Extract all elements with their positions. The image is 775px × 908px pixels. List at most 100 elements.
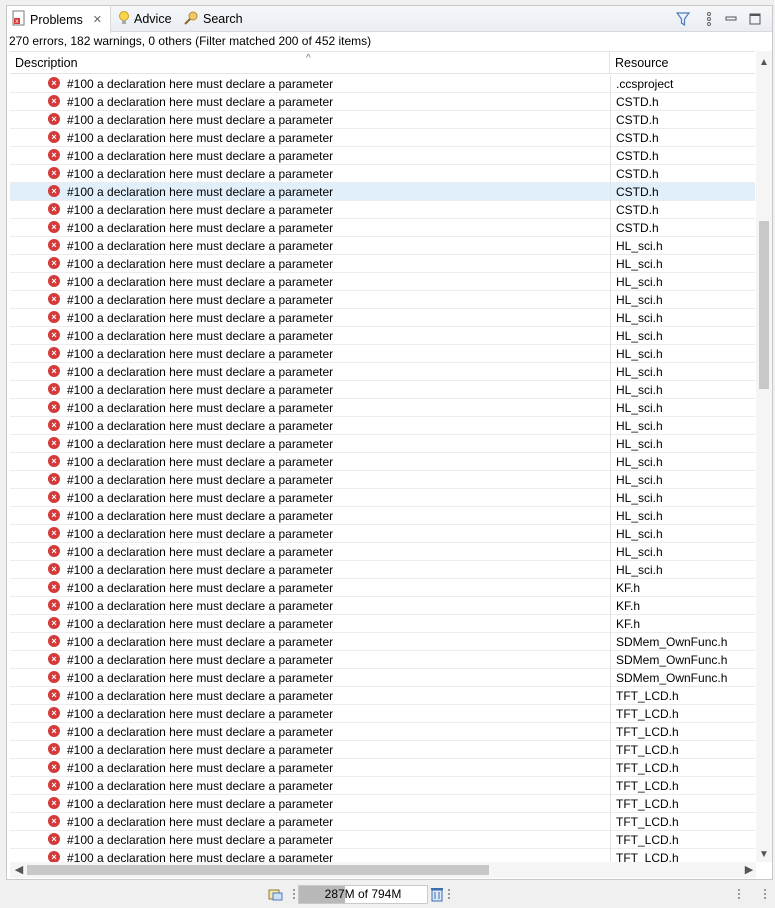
error-icon: × [48,329,60,341]
table-row[interactable]: × #100 a declaration here must declare a … [10,489,755,507]
table-row[interactable]: × #100 a declaration here must declare a … [10,615,755,633]
problem-description: #100 a declaration here must declare a p… [67,563,334,577]
problem-description: #100 a declaration here must declare a p… [67,797,334,811]
problem-resource: HL_sci.h [610,417,755,435]
scroll-up-icon[interactable]: ▲ [756,56,772,70]
problem-description: #100 a declaration here must declare a p… [67,635,334,649]
problem-resource: CSTD.h [610,165,755,183]
table-row[interactable]: × #100 a declaration here must declare a … [10,165,755,183]
error-icon: × [48,185,60,197]
table-row[interactable]: × #100 a declaration here must declare a … [10,507,755,525]
view-menu-icon[interactable] [701,11,717,27]
tab-problems[interactable]: x Problems ✕ [7,6,111,33]
table-row[interactable]: × #100 a declaration here must declare a … [10,219,755,237]
table-row[interactable]: × #100 a declaration here must declare a … [10,273,755,291]
problem-description: #100 a declaration here must declare a p… [67,401,334,415]
table-row[interactable]: × #100 a declaration here must declare a … [10,651,755,669]
table-row[interactable]: × #100 a declaration here must declare a … [10,417,755,435]
table-row[interactable]: × #100 a declaration here must declare a … [10,813,755,831]
table-row[interactable]: × #100 a declaration here must declare a … [10,399,755,417]
problem-description: #100 a declaration here must declare a p… [67,131,334,145]
table-row[interactable]: × #100 a declaration here must declare a … [10,705,755,723]
minimize-icon[interactable] [723,11,739,27]
status-bar: 287M of 794M [0,881,775,908]
problem-resource: TFT_LCD.h [610,813,755,831]
table-row[interactable]: × #100 a declaration here must declare a … [10,741,755,759]
column-header-resource[interactable]: Resource [610,52,755,74]
table-row[interactable]: × #100 a declaration here must declare a … [10,543,755,561]
problem-resource: TFT_LCD.h [610,831,755,849]
error-icon: × [48,167,60,179]
error-icon: × [48,473,60,485]
trash-icon[interactable] [430,886,446,903]
heap-status[interactable]: 287M of 794M [298,885,428,904]
table-row[interactable]: × #100 a declaration here must declare a … [10,831,755,849]
lightbulb-icon [118,10,130,29]
error-icon: × [48,743,60,755]
vertical-scrollbar[interactable]: ▲ ▼ [756,51,772,862]
table-row[interactable]: × #100 a declaration here must declare a … [10,309,755,327]
table-row[interactable]: × #100 a declaration here must declare a … [10,471,755,489]
horizontal-scroll-thumb[interactable] [27,865,489,875]
error-icon: × [48,761,60,773]
problem-description: #100 a declaration here must declare a p… [67,257,334,271]
tab-advice[interactable]: Advice [113,6,177,32]
table-row[interactable]: × #100 a declaration here must declare a … [10,849,755,862]
tab-search-label: Search [203,12,243,26]
close-icon[interactable]: ✕ [93,13,102,26]
table-row[interactable]: × #100 a declaration here must declare a … [10,201,755,219]
error-icon: × [48,221,60,233]
table-row[interactable]: × #100 a declaration here must declare a … [10,669,755,687]
table-row[interactable]: × #100 a declaration here must declare a … [10,183,755,201]
problem-resource: SDMem_OwnFunc.h [610,651,755,669]
problem-description: #100 a declaration here must declare a p… [67,365,334,379]
table-row[interactable]: × #100 a declaration here must declare a … [10,759,755,777]
problem-resource: KF.h [610,615,755,633]
problem-resource: HL_sci.h [610,291,755,309]
table-row[interactable]: × #100 a declaration here must declare a … [10,435,755,453]
table-row[interactable]: × #100 a declaration here must declare a … [10,345,755,363]
table-row[interactable]: × #100 a declaration here must declare a … [10,795,755,813]
heap-icon[interactable] [268,886,284,902]
vertical-scroll-thumb[interactable] [759,221,769,389]
table-row[interactable]: × #100 a declaration here must declare a … [10,579,755,597]
problem-resource: HL_sci.h [610,255,755,273]
table-row[interactable]: × #100 a declaration here must declare a … [10,237,755,255]
table-row[interactable]: × #100 a declaration here must declare a … [10,633,755,651]
scroll-down-icon[interactable]: ▼ [756,848,772,862]
problem-description: #100 a declaration here must declare a p… [67,743,334,757]
table-row[interactable]: × #100 a declaration here must declare a … [10,147,755,165]
table-row[interactable]: × #100 a declaration here must declare a … [10,111,755,129]
svg-text:x: x [15,18,19,25]
table-row[interactable]: × #100 a declaration here must declare a … [10,291,755,309]
column-header-description[interactable]: Description ^ [10,52,610,74]
table-row[interactable]: × #100 a declaration here must declare a … [10,687,755,705]
horizontal-scrollbar[interactable]: ◀ ▶ [10,862,756,878]
scroll-left-icon[interactable]: ◀ [12,862,26,878]
table-row[interactable]: × #100 a declaration here must declare a … [10,129,755,147]
error-icon: × [48,545,60,557]
error-icon: × [48,851,60,862]
problem-description: #100 a declaration here must declare a p… [67,275,334,289]
table-row[interactable]: × #100 a declaration here must declare a … [10,75,755,93]
problem-resource: TFT_LCD.h [610,759,755,777]
table-row[interactable]: × #100 a declaration here must declare a … [10,525,755,543]
problem-resource: HL_sci.h [610,543,755,561]
error-icon: × [48,401,60,413]
scroll-right-icon[interactable]: ▶ [742,862,756,878]
table-row[interactable]: × #100 a declaration here must declare a … [10,255,755,273]
tab-search[interactable]: Search [178,6,248,32]
table-header: Description ^ Resource [10,52,755,74]
table-row[interactable]: × #100 a declaration here must declare a … [10,93,755,111]
problem-description: #100 a declaration here must declare a p… [67,239,334,253]
table-row[interactable]: × #100 a declaration here must declare a … [10,327,755,345]
table-row[interactable]: × #100 a declaration here must declare a … [10,561,755,579]
table-row[interactable]: × #100 a declaration here must declare a … [10,777,755,795]
table-row[interactable]: × #100 a declaration here must declare a … [10,381,755,399]
table-row[interactable]: × #100 a declaration here must declare a … [10,723,755,741]
table-row[interactable]: × #100 a declaration here must declare a … [10,597,755,615]
table-row[interactable]: × #100 a declaration here must declare a … [10,453,755,471]
filter-icon[interactable] [675,11,691,27]
maximize-icon[interactable] [747,11,763,27]
table-row[interactable]: × #100 a declaration here must declare a … [10,363,755,381]
